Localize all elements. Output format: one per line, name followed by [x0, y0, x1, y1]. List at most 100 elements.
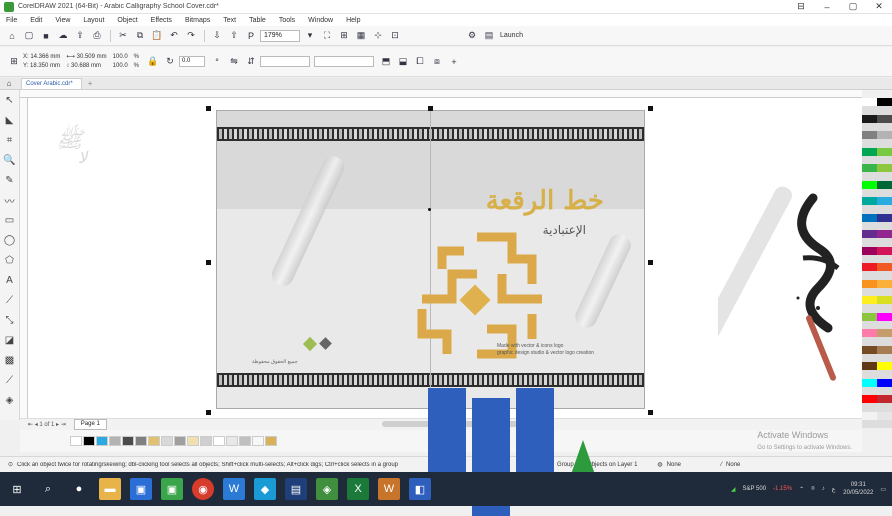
rotation-icon[interactable]: ↻	[162, 55, 178, 69]
launch-label[interactable]: Launch	[500, 32, 523, 39]
settings-icon[interactable]: ⚙	[464, 29, 480, 43]
selection-handle-middle-right[interactable]	[648, 260, 653, 265]
mirror-vertical-icon[interactable]: ⇵	[243, 55, 259, 69]
menu-bitmaps[interactable]: Bitmaps	[185, 17, 210, 24]
palette-swatch[interactable]	[862, 98, 877, 106]
menu-text[interactable]: Text	[223, 17, 236, 24]
group-icon[interactable]: ⧠	[412, 55, 428, 69]
shape-tool-icon[interactable]: ◣	[2, 112, 18, 128]
application-launcher-icon[interactable]: ▤	[481, 29, 497, 43]
x-position-field[interactable]: X: 14.366 mm	[23, 53, 60, 62]
fill-indicator-icon[interactable]: ◍	[657, 461, 662, 468]
copy-icon[interactable]: ⧉	[132, 29, 148, 43]
transparency-tool-icon[interactable]: ▩	[2, 352, 18, 368]
document-palette-swatch[interactable]	[70, 436, 82, 446]
selection-handle-bottom-left[interactable]	[206, 410, 211, 415]
palette-swatch[interactable]	[877, 98, 892, 106]
document-palette-swatch[interactable]	[200, 436, 212, 446]
store-icon[interactable]: ▣	[130, 478, 152, 500]
artistic-media-tool-icon[interactable]: 〰	[2, 192, 18, 208]
document-palette-swatch[interactable]	[122, 436, 134, 446]
windows-start-icon[interactable]: ⊞	[6, 478, 28, 500]
app-green-icon[interactable]: ▣	[161, 478, 183, 500]
palette-swatch[interactable]	[877, 329, 892, 337]
freehand-tool-icon[interactable]: ✎	[2, 172, 18, 188]
cut-icon[interactable]: ✂	[115, 29, 131, 43]
ungroup-icon[interactable]: ⧈	[429, 55, 445, 69]
height-field[interactable]: ↕ 30.688 mm	[66, 62, 106, 71]
outline-indicator-icon[interactable]: ⁄	[721, 462, 722, 468]
page-tab[interactable]: Page 1	[73, 419, 107, 430]
palette-swatch[interactable]	[862, 164, 877, 172]
snap-to-icon[interactable]: ⊡	[387, 29, 403, 43]
app-orange-icon[interactable]: W	[378, 478, 400, 500]
clock[interactable]: 09:31 20/05/2022	[843, 481, 873, 497]
document-palette-swatch[interactable]	[96, 436, 108, 446]
palette-swatch[interactable]	[862, 378, 877, 387]
palette-swatch[interactable]	[862, 131, 877, 139]
document-palette-swatch[interactable]	[265, 436, 277, 446]
palette-swatch[interactable]	[862, 197, 877, 205]
menu-help[interactable]: Help	[346, 17, 360, 24]
palette-swatch[interactable]	[862, 312, 877, 321]
menu-object[interactable]: Object	[117, 17, 137, 24]
app-navy-icon[interactable]: ◧	[409, 478, 431, 500]
coreldraw-taskbar-icon[interactable]: ◈	[316, 478, 338, 500]
menu-view[interactable]: View	[55, 17, 70, 24]
palette-swatch[interactable]	[877, 411, 892, 420]
scale-height-field[interactable]: 100.0	[113, 62, 128, 71]
palette-swatch[interactable]	[877, 114, 892, 123]
document-palette-swatch[interactable]	[226, 436, 238, 446]
add-icon[interactable]: +	[446, 55, 462, 69]
app-blue-icon[interactable]: ◆	[254, 478, 276, 500]
menu-tools[interactable]: Tools	[279, 17, 295, 24]
mirror-horizontal-icon[interactable]: ⇋	[226, 55, 242, 69]
restore-panel-icon[interactable]: ⊟	[788, 0, 814, 14]
menu-window[interactable]: Window	[308, 17, 333, 24]
document-palette-swatch[interactable]	[135, 436, 147, 446]
palette-swatch[interactable]	[862, 345, 877, 354]
rotation-center-marker[interactable]	[428, 208, 431, 211]
close-button[interactable]: ✕	[866, 0, 892, 14]
y-position-field[interactable]: Y: 18.350 mm	[23, 62, 60, 71]
network-icon[interactable]: ⌾	[811, 486, 815, 493]
palette-swatch[interactable]	[877, 312, 892, 321]
palette-swatch[interactable]	[877, 164, 892, 172]
palette-swatch[interactable]	[877, 197, 892, 205]
document-palette-swatch[interactable]	[213, 436, 225, 446]
document-page[interactable]: خط الرقعة الإعتبادية جميع الحقوق محفوظة …	[216, 110, 645, 409]
search-icon[interactable]: ⌕	[37, 478, 59, 500]
document-palette-swatch[interactable]	[83, 436, 95, 446]
selection-handle-top-left[interactable]	[206, 106, 211, 111]
menu-layout[interactable]: Layout	[83, 17, 104, 24]
scale-width-field[interactable]: 100.0	[113, 53, 128, 62]
menu-edit[interactable]: Edit	[30, 17, 42, 24]
notifications-icon[interactable]: ▭	[880, 486, 886, 493]
rotation-angle-field[interactable]: 0.0	[179, 56, 206, 67]
palette-swatch[interactable]	[877, 279, 892, 288]
parallel-dimension-tool-icon[interactable]: ⟋	[2, 292, 18, 308]
selection-handle-bottom-right[interactable]	[648, 410, 653, 415]
palette-swatch[interactable]	[862, 362, 877, 370]
publish-pdf-icon[interactable]: P	[243, 29, 259, 43]
document-tab[interactable]: Cover Arabic.cdr*	[21, 78, 82, 89]
palette-swatch[interactable]	[862, 296, 877, 304]
palette-swatch[interactable]	[862, 230, 877, 238]
chrome-icon[interactable]: ◉	[192, 478, 214, 500]
pick-tool-icon[interactable]: ↖	[2, 92, 18, 108]
palette-swatch[interactable]	[877, 362, 892, 370]
rectangle-tool-icon[interactable]: ▭	[2, 212, 18, 228]
paste-icon[interactable]: 📋	[149, 29, 165, 43]
interactive-fill-tool-icon[interactable]: ◈	[2, 392, 18, 408]
minimize-button[interactable]: –	[814, 0, 840, 14]
document-palette-swatch[interactable]	[148, 436, 160, 446]
polygon-tool-icon[interactable]: ⬠	[2, 252, 18, 268]
to-front-icon[interactable]: ⬒	[378, 55, 394, 69]
welcome-icon[interactable]: ⌂	[4, 29, 20, 43]
palette-swatch[interactable]	[877, 263, 892, 271]
palette-swatch[interactable]	[877, 147, 892, 156]
connector-tool-icon[interactable]: ⤡	[2, 312, 18, 328]
palette-swatch[interactable]	[862, 411, 877, 420]
palette-swatch[interactable]	[877, 395, 892, 403]
palette-swatch[interactable]	[877, 296, 892, 304]
